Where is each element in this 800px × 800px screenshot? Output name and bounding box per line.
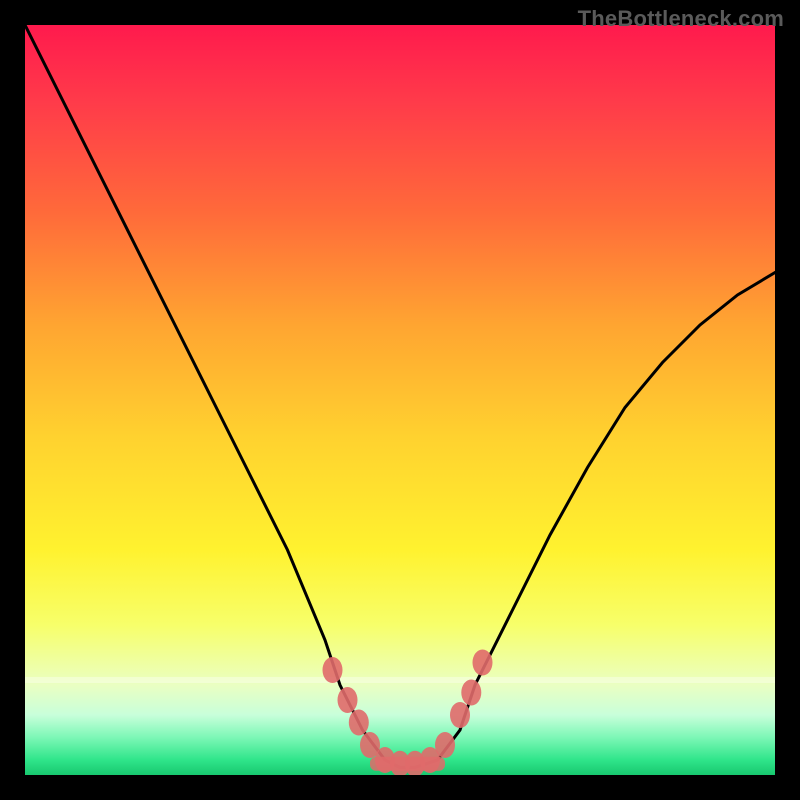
curve-marker	[473, 650, 493, 676]
curve-marker	[349, 710, 369, 736]
curve-layer	[25, 25, 775, 775]
watermark-text: TheBottleneck.com	[578, 6, 784, 32]
curve-marker	[323, 657, 343, 683]
curve-marker	[461, 680, 481, 706]
curve-marker	[338, 687, 358, 713]
marker-group	[323, 650, 493, 776]
outer-frame: TheBottleneck.com	[0, 0, 800, 800]
plot-area	[25, 25, 775, 775]
curve-marker	[435, 732, 455, 758]
bottleneck-curve	[25, 25, 775, 768]
plot-inner	[25, 25, 775, 775]
curve-marker	[450, 702, 470, 728]
